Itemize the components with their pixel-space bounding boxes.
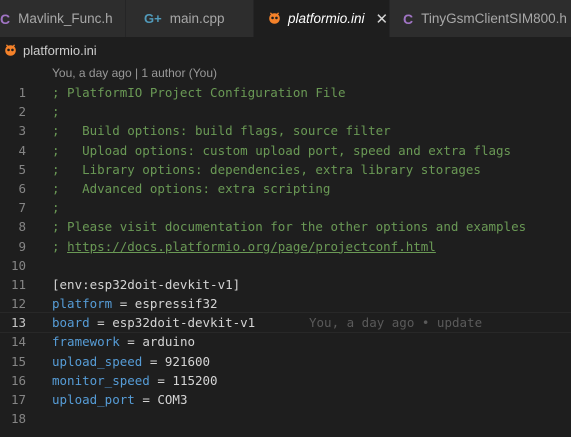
code-line: 5 ; Library options: dependencies, extra …: [0, 160, 571, 179]
editor-tab-bar: C Mavlink_Func.h G+ main.cpp platformio.…: [0, 0, 571, 37]
code-line: 10: [0, 256, 571, 275]
comment-prefix: ;: [52, 238, 68, 254]
code-line: 1 ; PlatformIO Project Configuration File: [0, 83, 571, 102]
code-line: 3 ; Build options: build flags, source fi…: [0, 121, 571, 140]
equals-sign: =: [149, 372, 173, 388]
line-number: 1: [18, 85, 26, 100]
line-number: 3: [18, 123, 26, 139]
line-number: 5: [18, 161, 26, 177]
comment-text: ;: [52, 104, 60, 120]
code-line: 16 monitor_speed = 115200: [0, 371, 571, 390]
config-value: 115200: [172, 372, 218, 388]
equals-sign: =: [134, 392, 158, 407]
c-header-icon: C: [403, 10, 414, 27]
code-line: 18: [0, 409, 571, 428]
comment-text: ; Please visit documentation for the oth…: [52, 219, 527, 235]
line-number: 14: [10, 334, 26, 350]
comment-text: ; Library options: dependencies, extra l…: [52, 161, 481, 177]
close-icon[interactable]: ✕: [376, 10, 389, 28]
config-value: arduino: [142, 334, 195, 350]
code-line: 9; https://docs.platformio.org/page/proj…: [0, 237, 571, 256]
tab-platformio-ini[interactable]: platformio.ini ✕: [254, 0, 390, 37]
section-header: [env:esp32doit-devkit-v1]: [52, 276, 241, 292]
equals-sign: =: [119, 334, 143, 350]
line-number: 16: [10, 372, 26, 388]
comment-text: ; PlatformIO Project Configuration File: [52, 85, 346, 100]
breadcrumb: platformio.ini: [0, 37, 571, 63]
tab-label: TinyGsmClientSIM800.h: [421, 11, 567, 26]
inline-blame: You, a day ago • update: [309, 315, 483, 331]
config-value: 921600: [164, 353, 211, 369]
equals-sign: =: [89, 315, 113, 331]
platformio-icon: [268, 12, 281, 25]
config-key: framework: [52, 334, 120, 350]
line-number: 11: [10, 276, 26, 292]
docs-link[interactable]: https://docs.platformio.org/page/project…: [67, 239, 436, 254]
code-line: 2;: [0, 102, 571, 121]
comment-text: ; Advanced options: extra scripting: [52, 180, 331, 196]
comment-text: ; Upload options: custom upload port, sp…: [52, 142, 512, 158]
config-key: upload_speed: [52, 353, 143, 369]
line-number: 17: [10, 392, 26, 407]
comment-text: ; Build options: build flags, source fil…: [52, 123, 391, 139]
config-key: upload_port: [52, 392, 135, 407]
codelens-blame[interactable]: You, a day ago | 1 author (You): [52, 66, 217, 80]
line-number: 10: [10, 257, 26, 273]
code-line: 7;: [0, 198, 571, 217]
line-number: 13: [10, 315, 26, 331]
line-number: 7: [18, 200, 26, 216]
platformio-icon: [4, 43, 17, 57]
line-number: 2: [18, 104, 26, 120]
config-key: platform: [52, 296, 113, 312]
code-line: 15 upload_speed = 921600: [0, 352, 571, 371]
code-line: 11 [env:esp32doit-devkit-v1]: [0, 275, 571, 294]
line-number: 4: [18, 142, 26, 158]
config-value: COM3: [157, 392, 188, 407]
code-line: 17 upload_port = COM3: [0, 390, 571, 409]
breadcrumb-file[interactable]: platformio.ini: [23, 43, 97, 58]
code-line: 6 ; Advanced options: extra scripting: [0, 179, 571, 198]
code-editor[interactable]: 1 ; PlatformIO Project Configuration File…: [0, 83, 571, 428]
tab-main-cpp[interactable]: G+ main.cpp: [126, 0, 254, 37]
line-number: 6: [18, 180, 26, 196]
cpp-file-icon: G+: [144, 11, 162, 26]
code-line: 8 ; Please visit documentation for the ot…: [0, 217, 571, 236]
code-line: 4 ; Upload options: custom upload port, s…: [0, 141, 571, 160]
code-line-current: 13 board = esp32doit-devkit-v1 You, a day …: [0, 312, 571, 334]
code-line: 14 framework = arduino: [0, 332, 571, 351]
tab-label: main.cpp: [169, 11, 225, 26]
c-header-icon: C: [0, 10, 11, 27]
line-number: 12: [10, 296, 26, 312]
tab-label: Mavlink_Func.h: [18, 11, 113, 26]
tab-tinygsm-sim800[interactable]: C TinyGsmClientSIM800.h: [390, 0, 571, 37]
line-number: 8: [18, 219, 26, 235]
config-key: monitor_speed: [52, 372, 150, 388]
config-value: esp32doit-devkit-v1: [112, 315, 256, 331]
tab-label: platformio.ini: [288, 11, 365, 26]
config-key: board: [52, 315, 90, 331]
equals-sign: =: [112, 296, 135, 312]
line-number: 18: [10, 411, 26, 427]
line-number: 15: [10, 353, 26, 369]
comment-text: ;: [52, 200, 60, 216]
config-value: espressif32: [134, 296, 218, 312]
line-number: 9: [18, 238, 26, 254]
tab-mavlink-func[interactable]: C Mavlink_Func.h: [0, 0, 126, 37]
equals-sign: =: [142, 353, 165, 369]
code-line: 12 platform = espressif32: [0, 294, 571, 313]
